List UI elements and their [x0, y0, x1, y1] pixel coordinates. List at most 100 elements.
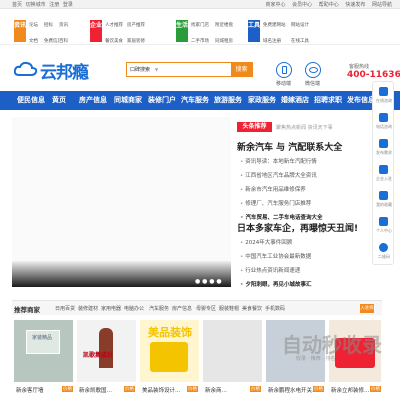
category-link[interactable]: 二手市场	[191, 36, 215, 47]
category-link[interactable]: 论坛	[29, 20, 44, 31]
nav-item-publish[interactable]: 发布信息	[347, 95, 375, 105]
news-item[interactable]: 资讯导读：本地新车汽配行情	[240, 157, 317, 165]
strip-tab[interactable]: 电脑办公	[124, 305, 144, 312]
product-card[interactable]	[203, 320, 262, 382]
page: 首页 切换城市 注册 登录 商家中心 会员中心 帮助中心 快速发布 网站导航 资…	[0, 0, 400, 400]
card-label[interactable]: 新余商…	[205, 386, 227, 394]
search-input[interactable]	[161, 64, 229, 75]
top-link-login[interactable]: 登录	[63, 2, 73, 8]
category-tag-info[interactable]: 资讯	[14, 20, 26, 42]
card-label[interactable]: 美品装饰设计…	[142, 386, 181, 394]
strip-tab[interactable]: 母婴专区	[196, 305, 216, 312]
category-link[interactable]: 家居装修	[127, 36, 149, 47]
nav-item-wedding[interactable]: 婚嫁酒店	[281, 95, 309, 105]
strip-title: 推荐商家	[14, 306, 40, 314]
category-link[interactable]: 附近楼盘	[215, 20, 239, 31]
sidebar-label: 电话咨询	[376, 124, 392, 129]
strip-tab[interactable]: 房产信息	[172, 305, 192, 312]
top-link-sitemap[interactable]: 网站导航	[372, 2, 392, 8]
category-link[interactable]: 招标	[44, 20, 59, 31]
search-button[interactable]: 搜索	[231, 63, 252, 76]
nav-item-travel[interactable]: 旅游服务	[214, 95, 242, 105]
hotline-phone[interactable]: 400-1163639	[347, 70, 400, 80]
news-item[interactable]: 新余市汽车用品维修保养	[240, 185, 306, 193]
news-item[interactable]: 修理厂、汽车服务门店推荐	[240, 199, 311, 207]
category-link[interactable]: 在线工具	[291, 36, 319, 47]
category-link[interactable]: 找家门店	[191, 20, 215, 31]
carousel-dots[interactable]: ● ● ● ●	[195, 278, 222, 285]
news-headline[interactable]: 新余汽车 与 汽配联系大全	[237, 140, 342, 153]
strip-tab[interactable]: 日用百货	[55, 305, 75, 312]
site-logo[interactable]: 云邦瘾	[14, 58, 89, 83]
card-label[interactable]: 新余立邦装修…	[331, 386, 370, 394]
category-link[interactable]: 免费信息	[44, 36, 59, 47]
strip-badge[interactable]: 入驻商家	[360, 304, 374, 320]
nav-item-auto[interactable]: 汽车服务	[181, 95, 209, 105]
main-nav: 便民信息 黄页 房产信息 同城商家 装修门户 汽车服务 旅游服务 家政服务 婚嫁…	[0, 91, 400, 110]
card-label[interactable]: 新余凯歌国…	[79, 386, 112, 394]
news-tab[interactable]: 头条推荐	[237, 122, 272, 132]
category-link[interactable]: 人才推荐	[105, 20, 127, 31]
category-link[interactable]: 百科	[59, 36, 74, 47]
product-card[interactable]: 家装精品	[14, 320, 73, 382]
category-link[interactable]: 房产推荐	[127, 20, 149, 31]
news-item[interactable]: 2024年大事件回顾	[240, 238, 292, 246]
search-type-select[interactable]: 口碑搜索	[130, 66, 150, 73]
top-link-member[interactable]: 会员中心	[292, 2, 312, 8]
news-headline[interactable]: 日本多家车企，再曝惊天丑闻!	[237, 221, 358, 234]
chat-icon[interactable]	[379, 87, 388, 96]
category-tag-life[interactable]: 生活	[176, 20, 188, 42]
strip-tab[interactable]: 汽车服务	[149, 305, 169, 312]
top-link-publish[interactable]: 快速发布	[345, 2, 365, 8]
card-price-tag: 价格	[62, 386, 73, 392]
nav-item-local-shops[interactable]: 同城商家	[114, 95, 142, 105]
card-price-tag: 价格	[250, 386, 261, 392]
flag-icon[interactable]	[379, 165, 388, 174]
category-link[interactable]: 文档	[29, 36, 44, 47]
top-link-help[interactable]: 帮助中心	[319, 2, 339, 8]
nav-item-convenience[interactable]: 便民信息	[17, 95, 45, 105]
banner-carousel[interactable]: ● ● ● ●	[12, 117, 231, 287]
nav-item-housekeeping[interactable]: 家政服务	[248, 95, 276, 105]
sidebar-label: 企业入驻	[376, 176, 392, 181]
top-link-home[interactable]: 首页	[12, 2, 22, 8]
top-link-merchant[interactable]: 商家中心	[266, 2, 286, 8]
category-link[interactable]: 餐饮美食	[105, 36, 127, 47]
nav-item-jobs[interactable]: 招聘求职	[314, 95, 342, 105]
category-link[interactable]: 资讯	[59, 20, 74, 31]
news-item[interactable]: 行业热点资讯新闻速递	[240, 266, 300, 274]
news-item[interactable]: 汽车贸易、二手车电话查询大全	[240, 213, 323, 221]
card-text: 家装精品	[32, 335, 53, 341]
category-tag-business[interactable]: 企业	[90, 20, 102, 42]
strip-tab[interactable]: 美食餐饮	[242, 305, 262, 312]
category-tag-tools[interactable]: 工具	[248, 20, 260, 42]
phone-icon[interactable]	[379, 113, 388, 122]
star-icon[interactable]	[379, 191, 388, 200]
strip-tab[interactable]: 装修建材	[78, 305, 98, 312]
strip-tab[interactable]: 手机数码	[265, 305, 285, 312]
user-icon[interactable]	[379, 217, 388, 226]
top-link-city[interactable]: 切换城市	[26, 2, 46, 8]
news-item[interactable]: 中国汽车工业协会最新数据	[240, 252, 311, 260]
qrcode-icon[interactable]	[379, 243, 388, 252]
card-price-tag: 价格	[313, 386, 324, 392]
news-item[interactable]: 江西省地区汽车品牌大全资讯	[240, 171, 317, 179]
wechat-icon[interactable]	[305, 62, 321, 78]
nav-item-property[interactable]: 房产信息	[79, 95, 107, 105]
mobile-icon[interactable]	[276, 62, 292, 78]
strip-tab[interactable]: 服装鞋帽	[219, 305, 239, 312]
card-label[interactable]: 新余鹏程水电开关…	[268, 386, 318, 394]
product-card[interactable]: 美品装饰	[140, 320, 199, 382]
send-icon[interactable]	[379, 139, 388, 148]
category-link[interactable]: 网站设计	[291, 20, 319, 31]
top-link-register[interactable]: 注册	[49, 2, 59, 8]
product-card[interactable]: 凯歌集成社	[77, 320, 136, 382]
category-link[interactable]: 域名注册	[263, 36, 291, 47]
category-link[interactable]: 免费建网站	[263, 20, 291, 31]
nav-item-yellowpages[interactable]: 黄页	[52, 95, 66, 105]
strip-tab[interactable]: 家用电器	[101, 305, 121, 312]
nav-item-decoration[interactable]: 装修门户	[148, 95, 176, 105]
card-label[interactable]: 新余客厅墙	[16, 386, 44, 394]
news-item[interactable]: 夕阳刺眼，再见小城故事汇	[240, 280, 312, 288]
category-link[interactable]: 同城租房	[215, 36, 239, 47]
